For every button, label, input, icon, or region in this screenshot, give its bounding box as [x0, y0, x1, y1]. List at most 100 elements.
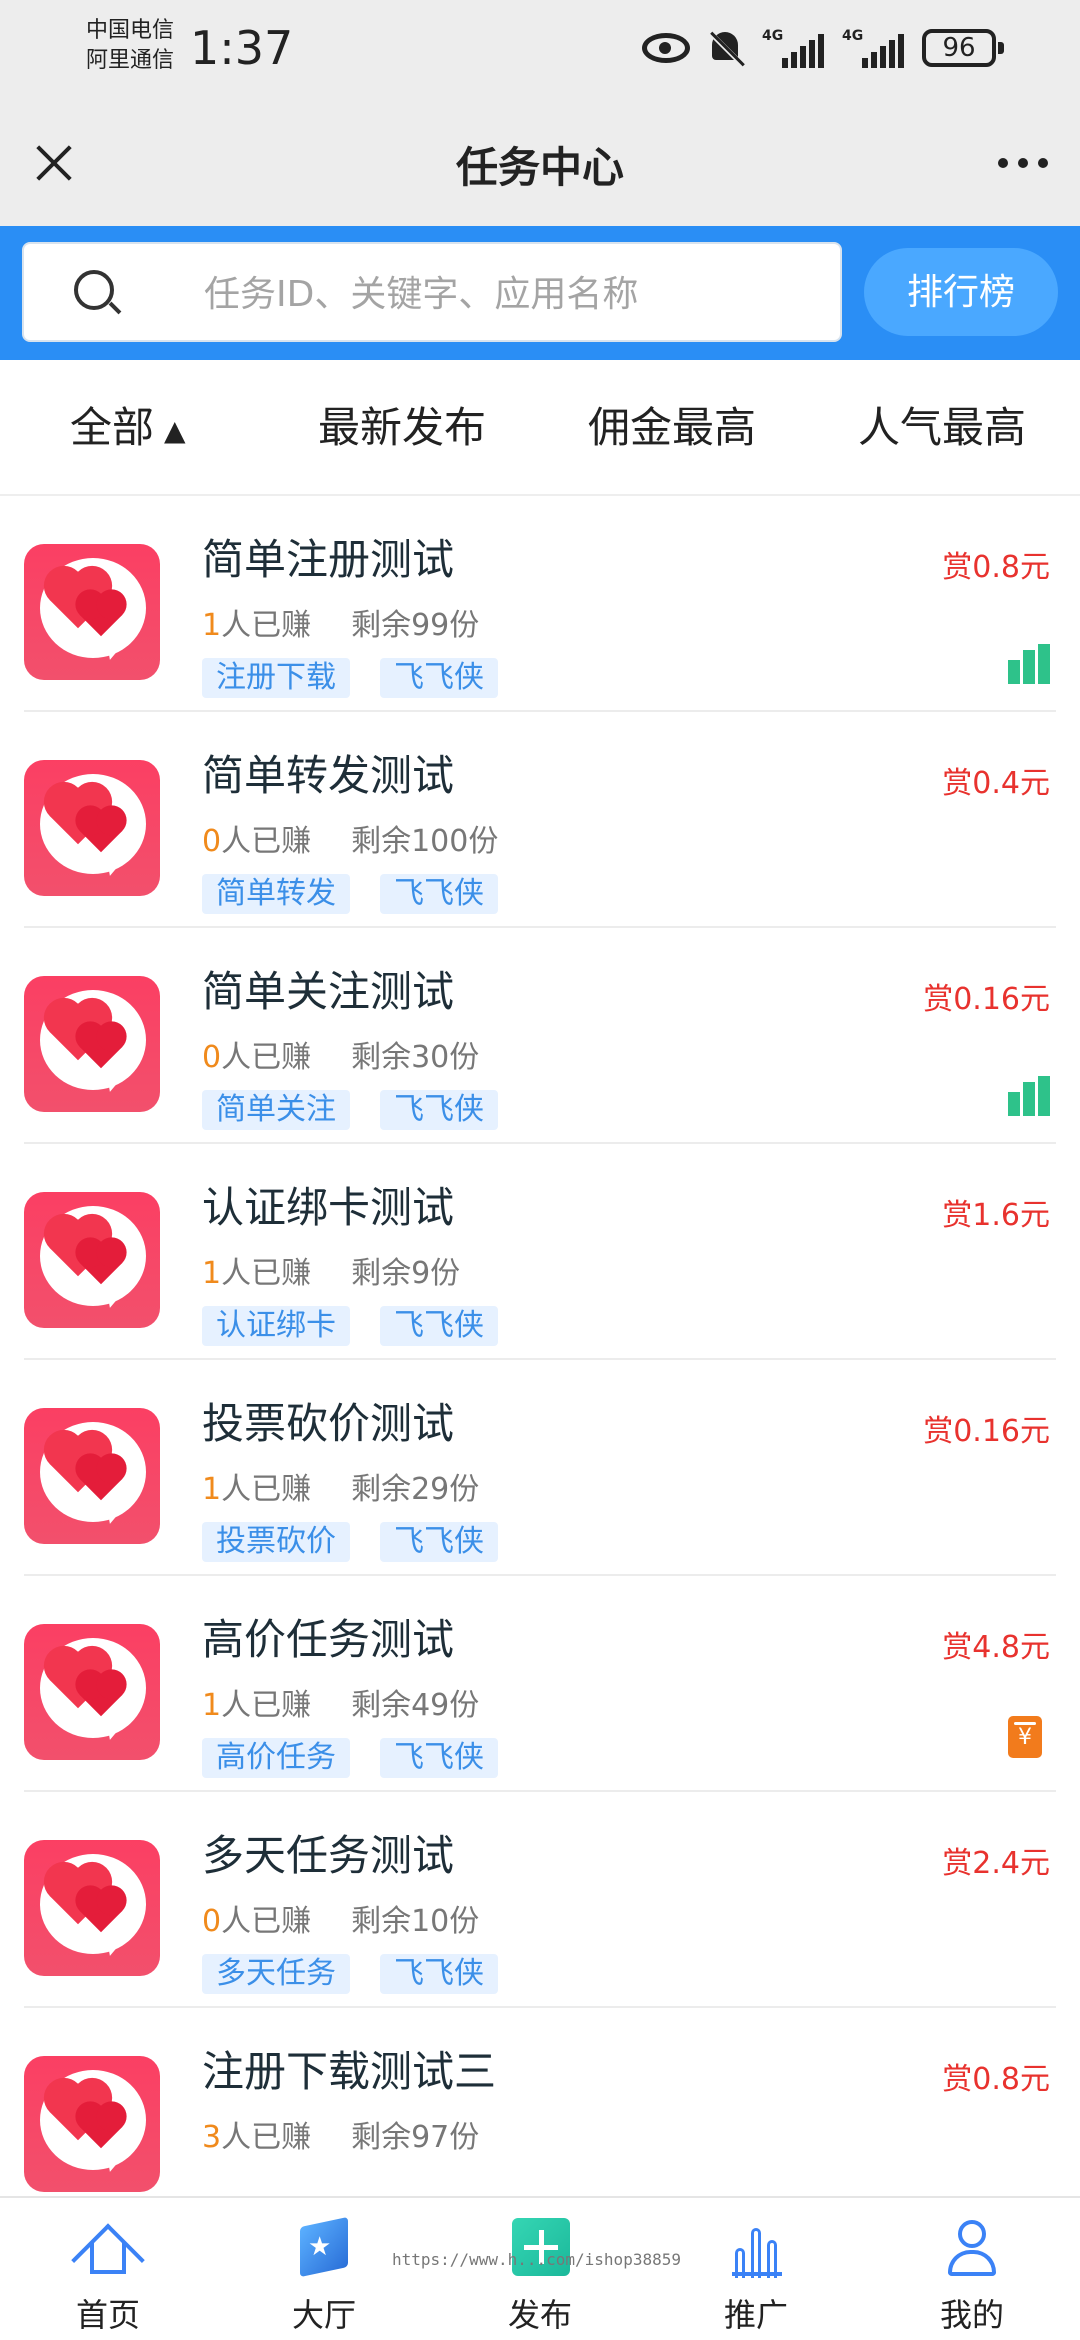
nav-home[interactable]: 首页	[0, 2198, 216, 2340]
earned-label: 人已赚	[221, 824, 312, 859]
bar-chart-icon	[1008, 644, 1050, 684]
nav-promote[interactable]: 推广	[648, 2198, 864, 2340]
earned-label: 人已赚	[221, 608, 312, 643]
task-tags: 认证绑卡 飞飞侠	[202, 1306, 498, 1346]
remaining-count: 剩余29份	[351, 1472, 480, 1507]
earned-count: 0	[202, 1904, 222, 1939]
task-stats: 0人已赚 剩余30份	[202, 1038, 479, 1078]
publisher-tag: 飞飞侠	[380, 1738, 498, 1778]
earned-count: 0	[202, 1040, 222, 1075]
more-options-icon[interactable]	[998, 158, 1048, 168]
carrier-1: 中国电信	[86, 18, 175, 43]
publisher-tag: 飞飞侠	[380, 1954, 498, 1994]
publisher-tag: 飞飞侠	[380, 874, 498, 914]
task-type-tag: 认证绑卡	[202, 1306, 350, 1346]
earned-count: 1	[202, 1256, 222, 1291]
remaining-count: 剩余97份	[351, 2120, 480, 2155]
status-bar: 中国电信 阿里通信 1:37 4G 4G 96	[0, 0, 1080, 100]
nav-home-label: 首页	[75, 2296, 140, 2334]
tab-highest-commission[interactable]: 佣金最高	[588, 398, 756, 458]
remaining-count: 剩余30份	[351, 1040, 480, 1075]
task-tags: 注册下载 飞飞侠	[202, 658, 498, 698]
publisher-tag: 飞飞侠	[380, 1306, 498, 1346]
app-heart-icon	[24, 2056, 160, 2192]
search-input[interactable]	[204, 266, 804, 322]
earned-label: 人已赚	[221, 1256, 312, 1291]
watermark-url: https://www.h...com/ishop38859	[392, 2250, 681, 2269]
task-stats: 0人已赚 剩余100份	[202, 822, 498, 862]
task-item[interactable]: 简单注册测试 1人已赚 剩余99份 注册下载 飞飞侠 赏0.8元	[0, 496, 1080, 712]
task-type-tag: 投票砍价	[202, 1522, 350, 1562]
tab-all-label: 全部	[70, 403, 155, 452]
hall-icon: ★	[296, 2214, 352, 2278]
task-title: 投票砍价测试	[202, 1399, 455, 1448]
carrier-info: 中国电信 阿里通信	[86, 16, 174, 76]
signal-icon-2: 4G	[842, 28, 904, 68]
task-title: 简单注册测试	[202, 535, 455, 584]
task-type-tag: 注册下载	[202, 658, 350, 698]
app-heart-icon	[24, 1408, 160, 1544]
task-tags: 简单转发 飞飞侠	[202, 874, 498, 914]
tab-all[interactable]: 全部 ▲	[70, 398, 186, 461]
tab-newest[interactable]: 最新发布	[318, 398, 486, 458]
task-type-tag: 高价任务	[202, 1738, 350, 1778]
sort-up-icon: ▲	[164, 413, 186, 447]
earned-count: 1	[202, 608, 222, 643]
task-item[interactable]: 认证绑卡测试 1人已赚 剩余9份 认证绑卡 飞飞侠 赏1.6元	[0, 1144, 1080, 1360]
battery-icon: 96	[922, 29, 1004, 67]
task-title: 注册下载测试三	[202, 2047, 497, 2096]
task-stats: 1人已赚 剩余9份	[202, 1254, 460, 1294]
remaining-count: 剩余49份	[351, 1688, 480, 1723]
app-heart-icon	[24, 1624, 160, 1760]
task-type-tag: 多天任务	[202, 1954, 350, 1994]
network-type-1: 4G	[762, 28, 784, 44]
task-item[interactable]: 多天任务测试 0人已赚 剩余10份 多天任务 飞飞侠 赏2.4元	[0, 1792, 1080, 2008]
me-icon	[944, 2214, 1000, 2278]
earned-label: 人已赚	[221, 1472, 312, 1507]
app-heart-icon	[24, 1192, 160, 1328]
reward-amount: 赏1.6元	[942, 1198, 1050, 1233]
filter-tabs: 全部 ▲ 最新发布 佣金最高 人气最高	[0, 360, 1080, 496]
nav-publish[interactable]: 发布	[432, 2198, 648, 2340]
app-heart-icon	[24, 1840, 160, 1976]
reward-amount: 赏2.4元	[942, 1846, 1050, 1881]
nav-hall[interactable]: ★ 大厅	[216, 2198, 432, 2340]
publisher-tag: 飞飞侠	[380, 1522, 498, 1562]
reward-amount: 赏0.8元	[942, 2062, 1050, 2097]
earned-count: 0	[202, 824, 222, 859]
task-stats: 0人已赚 剩余10份	[202, 1902, 479, 1942]
earned-count: 1	[202, 1472, 222, 1507]
app-heart-icon	[24, 976, 160, 1112]
task-type-tag: 简单关注	[202, 1090, 350, 1130]
earned-label: 人已赚	[221, 2120, 312, 2155]
task-item[interactable]: 投票砍价测试 1人已赚 剩余29份 投票砍价 飞飞侠 赏0.16元	[0, 1360, 1080, 1576]
search-icon	[74, 270, 122, 316]
nav-me[interactable]: 我的	[864, 2198, 1080, 2340]
search-box[interactable]	[22, 242, 842, 342]
earned-label: 人已赚	[221, 1904, 312, 1939]
task-title: 简单关注测试	[202, 967, 455, 1016]
task-item[interactable]: 高价任务测试 1人已赚 剩余49份 高价任务 飞飞侠 赏4.8元 ¥	[0, 1576, 1080, 1792]
task-title: 认证绑卡测试	[202, 1183, 455, 1232]
reward-amount: 赏0.8元	[942, 550, 1050, 585]
app-heart-icon	[24, 544, 160, 680]
ranking-button[interactable]: 排行榜	[864, 248, 1058, 336]
task-title: 高价任务测试	[202, 1615, 455, 1664]
task-item[interactable]: 简单关注测试 0人已赚 剩余30份 简单关注 飞飞侠 赏0.16元	[0, 928, 1080, 1144]
reward-amount: 赏0.16元	[923, 982, 1050, 1017]
remaining-count: 剩余99份	[351, 608, 480, 643]
promo-icon	[728, 2214, 784, 2278]
network-type-2: 4G	[842, 28, 864, 44]
money-icon: ¥	[1008, 1716, 1042, 1758]
eye-icon	[642, 33, 690, 63]
nav-promote-label: 推广	[723, 2296, 788, 2334]
tab-most-popular[interactable]: 人气最高	[858, 398, 1026, 458]
task-list: 简单注册测试 1人已赚 剩余99份 注册下载 飞飞侠 赏0.8元 简单转发测试 0…	[0, 496, 1080, 2196]
task-tags: 投票砍价 飞飞侠	[202, 1522, 498, 1562]
carrier-2: 阿里通信	[86, 48, 175, 73]
task-tags: 简单关注 飞飞侠	[202, 1090, 498, 1130]
task-item[interactable]: 注册下载测试三 3人已赚 剩余97份 赏0.8元	[0, 2008, 1080, 2196]
remaining-count: 剩余100份	[351, 824, 499, 859]
task-item[interactable]: 简单转发测试 0人已赚 剩余100份 简单转发 飞飞侠 赏0.4元	[0, 712, 1080, 928]
mute-icon	[708, 28, 745, 68]
